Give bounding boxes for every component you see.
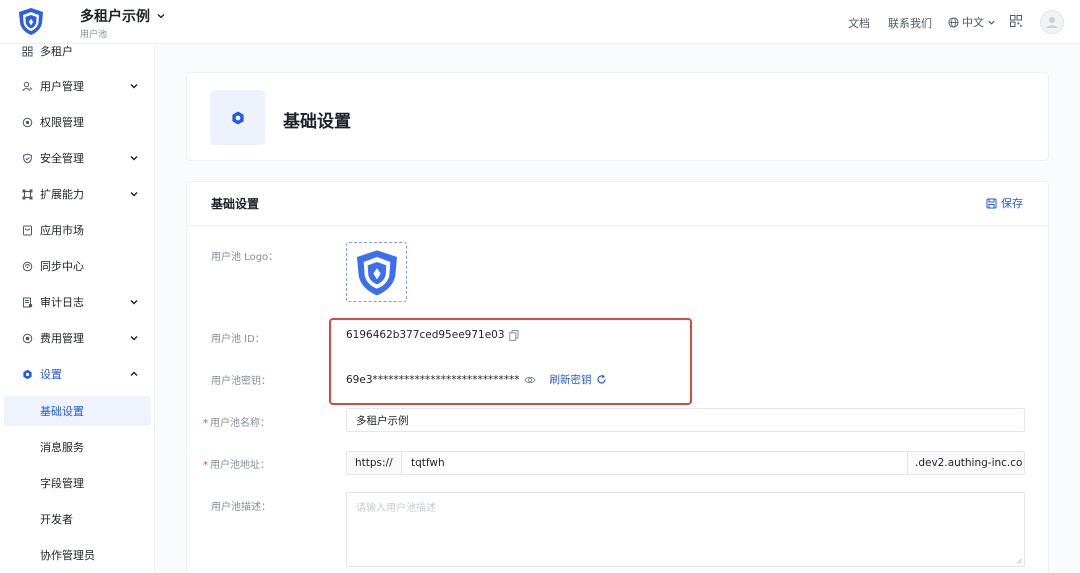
sidebar-item-label: 审计日志 <box>40 296 84 309</box>
avatar[interactable] <box>1040 10 1064 34</box>
contact-link[interactable]: 联系我们 <box>888 15 932 31</box>
section-divider <box>186 225 1049 226</box>
globe-icon <box>948 16 959 28</box>
chevron-down-icon <box>157 14 165 19</box>
save-label: 保存 <box>1001 197 1023 210</box>
sidebar-item-settings[interactable]: 设置 <box>0 359 154 389</box>
user-icon <box>22 81 33 92</box>
sidebar-item-sync[interactable]: 同步中心 <box>0 251 154 281</box>
sidebar-item-label: 费用管理 <box>40 332 84 345</box>
sidebar-item-label: 应用市场 <box>40 224 84 237</box>
sidebar-subitem-fields[interactable]: 字段管理 <box>4 468 151 498</box>
sidebar-item-security[interactable]: 安全管理 <box>0 143 154 173</box>
sidebar-subitem-basic-settings[interactable]: 基础设置 <box>4 396 151 426</box>
address-suffix: .dev2.authing-inc.co <box>907 451 1025 475</box>
logo-label: 用户池 Logo： <box>211 252 279 263</box>
extension-icon <box>22 189 33 200</box>
userpool-name-input[interactable]: 多租户示例 <box>346 408 1025 432</box>
sidebar-item-extensions[interactable]: 扩展能力 <box>0 179 154 209</box>
language-label: 中文 <box>962 16 984 29</box>
sidebar-item-tenant[interactable]: 多租户 <box>0 44 154 66</box>
userpool-address-label-text: 用户池地址： <box>210 460 270 471</box>
sidebar-item-label: 多租户 <box>40 45 73 58</box>
resize-handle-icon[interactable] <box>1016 558 1022 564</box>
sidebar-item-label: 权限管理 <box>40 116 84 129</box>
app-subtitle: 用户池 <box>80 30 108 40</box>
sidebar-item-label: 同步中心 <box>40 260 84 273</box>
userpool-logo-icon <box>356 250 397 296</box>
required-mark: * <box>203 418 208 429</box>
sidebar-item-marketplace[interactable]: 应用市场 <box>0 215 154 245</box>
page-title: 基础设置 <box>283 112 351 132</box>
sidebar-item-audit-log[interactable]: 审计日志 <box>0 287 154 317</box>
gear-icon <box>231 111 244 124</box>
page-icon <box>210 90 265 145</box>
userpool-desc-label: 用户池描述： <box>211 502 271 513</box>
log-icon <box>22 297 33 308</box>
tenant-icon <box>22 46 33 57</box>
userpool-address-label: * 用户池地址： <box>203 456 270 471</box>
sidebar-subitem-label: 消息服务 <box>40 441 84 454</box>
userpool-desc-textarea[interactable]: 请输入用户池描述 <box>346 492 1025 567</box>
sidebar: 多租户 用户管理 权限管理 安全管理 扩展能力 应用市场 同步中心 审计日志 费… <box>0 44 155 573</box>
sidebar-subitem-label: 字段管理 <box>40 477 84 490</box>
save-button[interactable]: 保存 <box>986 195 1023 211</box>
chevron-down-icon <box>130 84 138 89</box>
shield-icon <box>22 152 33 164</box>
address-prefix: https:// <box>346 451 402 475</box>
app-logo[interactable] <box>16 6 46 36</box>
sidebar-subitem-collaborators[interactable]: 协作管理员 <box>4 540 151 570</box>
userpool-id-label: 用户池 ID： <box>211 334 265 345</box>
userpool-name-label-text: 用户池名称： <box>210 418 270 429</box>
sidebar-subitem-messaging[interactable]: 消息服务 <box>4 432 151 462</box>
user-avatar-icon <box>1046 17 1058 28</box>
sidebar-item-label: 安全管理 <box>40 152 84 165</box>
sidebar-subitem-label: 基础设置 <box>40 405 84 418</box>
logo-upload[interactable] <box>346 242 407 302</box>
sidebar-item-label: 用户管理 <box>40 80 84 93</box>
highlight-box <box>329 318 692 405</box>
sidebar-subitem-developer[interactable]: 开发者 <box>4 504 151 534</box>
app-switcher[interactable]: 多租户示例 <box>80 6 166 26</box>
chevron-down-icon <box>130 300 138 305</box>
gear-icon <box>22 369 33 380</box>
sidebar-subitem-label: 开发者 <box>40 513 73 526</box>
sidebar-item-users[interactable]: 用户管理 <box>0 71 154 101</box>
desc-placeholder: 请输入用户池描述 <box>356 503 436 514</box>
chevron-down-icon <box>130 192 138 197</box>
sidebar-subitem-label: 协作管理员 <box>40 549 95 562</box>
userpool-secret-label: 用户池密钥： <box>211 376 271 387</box>
section-title: 基础设置 <box>211 197 260 211</box>
required-mark: * <box>203 460 208 471</box>
sidebar-item-label: 设置 <box>40 368 62 381</box>
docs-link[interactable]: 文档 <box>848 15 870 31</box>
chevron-down-icon <box>130 336 138 341</box>
sidebar-item-billing[interactable]: 费用管理 <box>0 323 154 353</box>
save-icon <box>986 198 997 208</box>
chevron-down-icon <box>988 20 995 25</box>
billing-icon <box>22 333 33 344</box>
chevron-up-icon <box>130 371 138 376</box>
userpool-name-label: * 用户池名称： <box>203 414 270 429</box>
language-switcher[interactable]: 中文 <box>948 14 996 30</box>
qrcode-icon[interactable] <box>1010 15 1022 27</box>
sync-icon <box>22 261 33 272</box>
app-name: 多租户示例 <box>80 9 150 25</box>
top-header: 多租户示例 用户池 文档 联系我们 中文 <box>0 0 1080 44</box>
userpool-address-input[interactable]: tqtfwh <box>401 451 908 475</box>
permission-icon <box>22 117 33 128</box>
chevron-down-icon <box>130 156 138 161</box>
sidebar-item-label: 扩展能力 <box>40 188 84 201</box>
sidebar-item-permissions[interactable]: 权限管理 <box>0 107 154 137</box>
marketplace-icon <box>22 225 33 236</box>
